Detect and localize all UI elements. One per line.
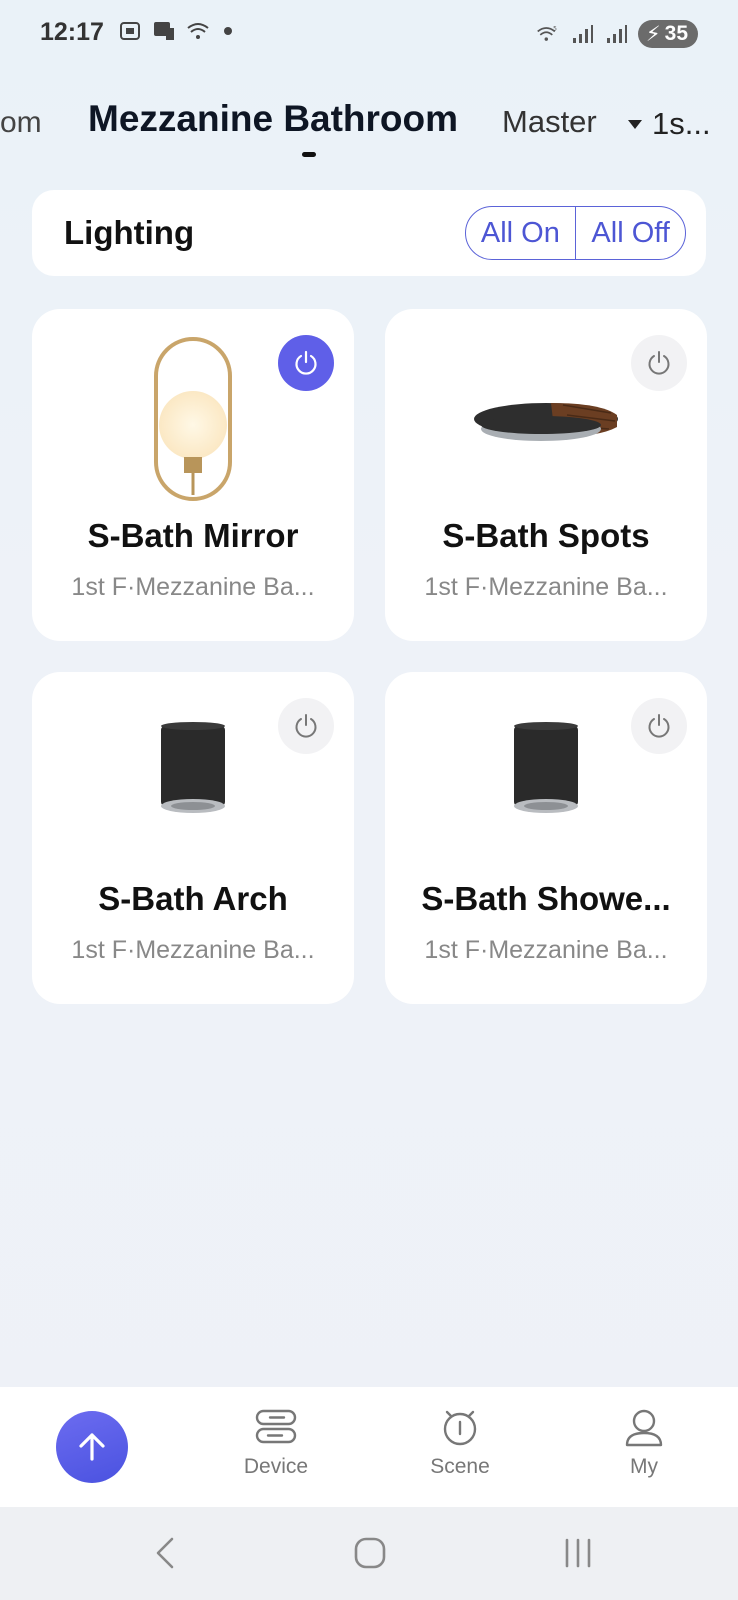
- device-card-s-bath-mirror[interactable]: S-Bath Mirror 1st F·Mezzanine Ba...: [32, 309, 354, 641]
- home-up-button[interactable]: [56, 1411, 128, 1483]
- battery-indicator: ⚡ 35: [637, 20, 698, 48]
- power-icon: [295, 714, 317, 738]
- nav-label: My: [630, 1455, 658, 1478]
- tab-active-indicator: [302, 152, 316, 157]
- status-icons-right: 5 ⚡ 35: [536, 20, 698, 48]
- ceiling-disc-light-image: [474, 403, 618, 441]
- recent-apps-icon[interactable]: [560, 1535, 596, 1571]
- arrow-up-icon: [79, 1433, 105, 1461]
- device-card-s-bath-spots[interactable]: S-Bath Spots 1st F·Mezzanine Ba...: [385, 309, 707, 641]
- home-icon[interactable]: [352, 1535, 388, 1571]
- status-icons-left: [118, 20, 232, 42]
- bottom-navigation: Device Scene My: [0, 1387, 738, 1507]
- device-name: S-Bath Mirror: [87, 517, 299, 554]
- battery-level: 35: [664, 22, 688, 45]
- caret-down-icon: [628, 119, 642, 129]
- power-icon: [648, 714, 670, 738]
- power-toggle-button[interactable]: [631, 335, 687, 391]
- floor-selector-label: 1s...: [652, 106, 711, 141]
- section-title: Lighting: [64, 214, 195, 251]
- cylinder-downlight-image: [514, 722, 578, 813]
- tab-active-room[interactable]: Mezzanine Bathroom: [88, 98, 458, 140]
- svg-text:5: 5: [553, 26, 557, 33]
- signal-icon: [606, 25, 627, 43]
- cylinder-downlight-image: [161, 722, 225, 813]
- wifi-icon: [187, 23, 209, 39]
- tab-previous-room[interactable]: om: [0, 106, 42, 140]
- battery-charging-icon: ⚡: [645, 22, 661, 46]
- power-icon: [295, 350, 317, 375]
- user-icon: [625, 1409, 663, 1447]
- wifi-5-icon: 5: [537, 26, 557, 41]
- oval-wall-lamp-image: [154, 337, 232, 501]
- nav-item-scene[interactable]: Scene: [400, 1407, 520, 1479]
- device-location: 1st F·Mezzanine Ba...: [424, 573, 668, 601]
- power-toggle-button[interactable]: [278, 698, 334, 754]
- screenshot-icon: [120, 22, 140, 40]
- nav-label: Device: [243, 1455, 309, 1478]
- device-name: S-Bath Showe...: [421, 880, 671, 917]
- power-toggle-button[interactable]: [631, 698, 687, 754]
- all-on-button[interactable]: All On: [466, 207, 575, 259]
- device-card-s-bath-shower[interactable]: S-Bath Showe... 1st F·Mezzanine Ba...: [385, 672, 707, 1004]
- room-tabs: om Mezzanine Bathroom Master 1s...: [0, 92, 738, 162]
- lighting-section-header: Lighting All On All Off: [32, 190, 706, 276]
- device-name: S-Bath Arch: [98, 880, 288, 917]
- scene-icon: [443, 1410, 477, 1446]
- nav-label: Scene: [430, 1455, 490, 1478]
- nav-item-device[interactable]: Device: [216, 1407, 336, 1479]
- all-off-button[interactable]: All Off: [576, 207, 685, 259]
- power-toggle-button[interactable]: [278, 335, 334, 391]
- all-on-off-toggle: All On All Off: [465, 206, 686, 260]
- cast-icon: [154, 22, 174, 40]
- device-icon: [255, 1409, 297, 1444]
- tab-next-room[interactable]: Master: [502, 104, 597, 140]
- device-card-s-bath-arch[interactable]: S-Bath Arch 1st F·Mezzanine Ba...: [32, 672, 354, 1004]
- device-name: S-Bath Spots: [442, 517, 650, 554]
- back-icon[interactable]: [150, 1535, 180, 1571]
- status-bar: 12:17 5 ⚡ 35: [0, 0, 738, 70]
- notification-dot-icon: [224, 27, 232, 35]
- floor-selector[interactable]: 1s...: [628, 106, 711, 142]
- device-location: 1st F·Mezzanine Ba...: [71, 936, 315, 964]
- status-time: 12:17: [40, 18, 104, 46]
- device-location: 1st F·Mezzanine Ba...: [424, 936, 668, 964]
- system-navigation-bar: [0, 1507, 738, 1600]
- power-icon: [648, 351, 670, 375]
- signal-icon: [572, 25, 593, 43]
- device-location: 1st F·Mezzanine Ba...: [71, 573, 315, 601]
- nav-item-my[interactable]: My: [584, 1407, 704, 1479]
